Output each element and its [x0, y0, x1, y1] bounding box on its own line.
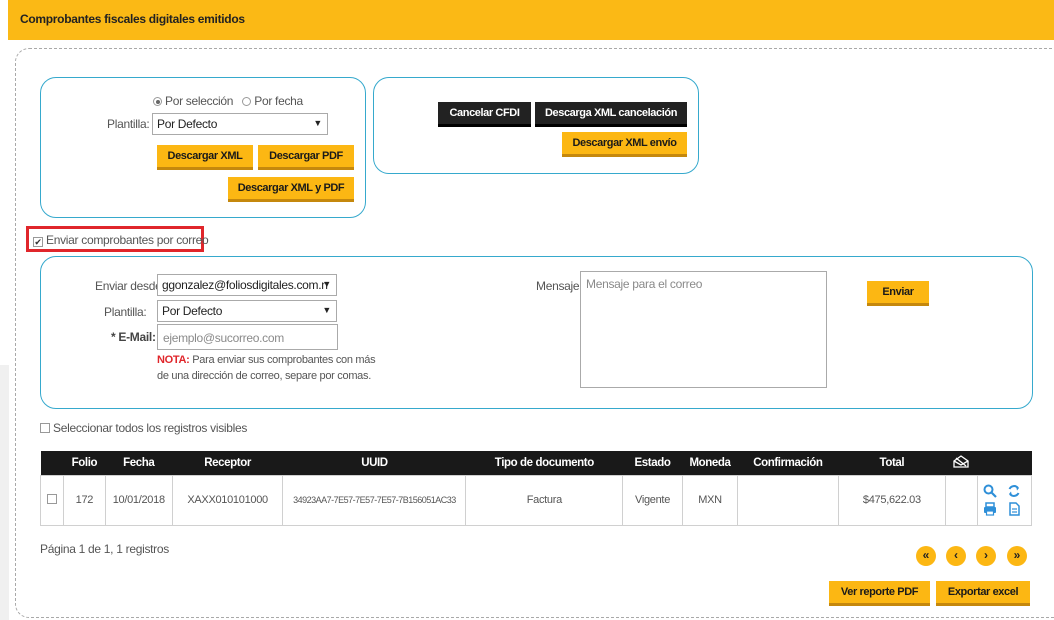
from-label: Enviar desde: — [95, 279, 165, 293]
export-excel-button[interactable]: Exportar excel — [936, 581, 1030, 606]
email-template-select[interactable]: Por Defecto ▼ — [157, 300, 337, 322]
col-folio[interactable]: Folio — [63, 451, 106, 475]
row-checkbox[interactable] — [46, 494, 57, 504]
cell-fecha: 10/01/2018 — [104, 474, 173, 526]
caret-down-icon: ▼ — [322, 279, 331, 289]
message-label: Mensaje: — [536, 279, 583, 293]
col-receptor[interactable]: Receptor — [172, 451, 283, 475]
email-label: * E-Mail: — [111, 330, 156, 344]
left-scroll-strip — [0, 365, 9, 620]
col-fecha[interactable]: Fecha — [105, 451, 173, 475]
cell-confirmacion — [737, 474, 839, 526]
refresh-icon[interactable] — [1007, 484, 1021, 498]
select-all-checkbox[interactable]: Seleccionar todos los registros visibles — [40, 421, 247, 435]
cell-uuid: 34923AA7-7E57-7E57-7E57-7B156051AC33 — [282, 474, 467, 526]
first-page-button[interactable]: « — [916, 546, 936, 566]
cell-folio: 172 — [62, 474, 106, 526]
note-text-line2: de una dirección de correo, separe por c… — [157, 370, 371, 382]
envelope-icon — [953, 454, 970, 468]
cancel-cfdi-button[interactable]: Cancelar CFDI — [438, 102, 531, 127]
radio-by-date[interactable]: Por fecha — [242, 94, 303, 108]
checkbox-checked-icon: ✔ — [33, 237, 43, 247]
from-select[interactable]: ggonzalez@foliosdigitales.com.n ▼ — [157, 274, 337, 296]
checkbox-empty-icon — [40, 423, 50, 433]
download-send-xml-button[interactable]: Descargar XML envío — [562, 132, 687, 157]
col-select — [40, 451, 64, 475]
note-label: NOTA: — [157, 354, 190, 366]
row-select-cell — [40, 474, 64, 526]
download-pdf-button[interactable]: Descargar PDF — [258, 145, 354, 170]
caret-down-icon: ▼ — [322, 305, 331, 315]
download-xml-pdf-button[interactable]: Descargar XML y PDF — [228, 177, 354, 202]
cell-total: $475,622.03 — [837, 474, 947, 526]
radio-on-icon — [153, 97, 162, 106]
cell-tipo: Factura — [465, 474, 624, 526]
cell-email-status — [945, 474, 978, 526]
radio-group: Por selección Por fecha — [153, 94, 303, 108]
table-row: 172 10/01/2018 XAXX010101000 34923AA7-7E… — [40, 474, 1033, 526]
download-xml-button[interactable]: Descargar XML — [157, 145, 253, 170]
radio-by-selection[interactable]: Por selección — [153, 94, 233, 108]
template-select[interactable]: Por Defecto ▼ — [152, 113, 328, 135]
next-page-button[interactable]: › — [976, 546, 996, 566]
send-button[interactable]: Enviar — [867, 281, 929, 306]
message-textarea[interactable]: Mensaje para el correo — [580, 271, 827, 388]
note-text: NOTA: Para enviar sus comprobantes con m… — [157, 354, 376, 366]
cell-actions — [976, 474, 1033, 526]
caret-down-icon: ▼ — [313, 118, 322, 128]
email-input[interactable]: ejemplo@sucorreo.com — [157, 324, 338, 350]
download-cancel-xml-button[interactable]: Descarga XML cancelación — [535, 102, 687, 127]
table-header-row: Folio Fecha Receptor UUID Tipo de docume… — [40, 451, 1032, 475]
cell-receptor: XAXX010101000 — [171, 474, 284, 526]
col-actions — [977, 451, 1032, 475]
cell-estado: Vigente — [622, 474, 683, 526]
radio-off-icon — [242, 97, 252, 106]
page-title: Comprobantes fiscales digitales emitidos — [20, 12, 245, 26]
document-icon[interactable] — [1007, 502, 1021, 516]
col-moneda[interactable]: Moneda — [682, 451, 738, 475]
search-icon[interactable] — [983, 484, 998, 498]
cell-moneda: MXN — [681, 474, 739, 526]
template-label: Plantilla: — [107, 117, 150, 131]
view-pdf-report-button[interactable]: Ver reporte PDF — [829, 581, 930, 606]
page-header: Comprobantes fiscales digitales emitidos — [8, 0, 1054, 40]
col-total[interactable]: Total — [838, 451, 946, 475]
col-tipo[interactable]: Tipo de documento — [465, 451, 623, 475]
email-toggle-checkbox[interactable]: ✔ Enviar comprobantes por correo — [33, 233, 209, 247]
col-estado[interactable]: Estado — [622, 451, 683, 475]
prev-page-button[interactable]: ‹ — [946, 546, 966, 566]
col-email-sent — [945, 451, 978, 475]
last-page-button[interactable]: » — [1007, 546, 1027, 566]
col-confirmacion[interactable]: Confirmación — [737, 451, 839, 475]
print-icon[interactable] — [983, 502, 997, 516]
records-table: Folio Fecha Receptor UUID Tipo de docume… — [40, 451, 1033, 526]
pagination-info: Página 1 de 1, 1 registros — [40, 542, 169, 556]
col-uuid[interactable]: UUID — [282, 451, 466, 475]
email-template-label: Plantilla: — [104, 305, 147, 319]
